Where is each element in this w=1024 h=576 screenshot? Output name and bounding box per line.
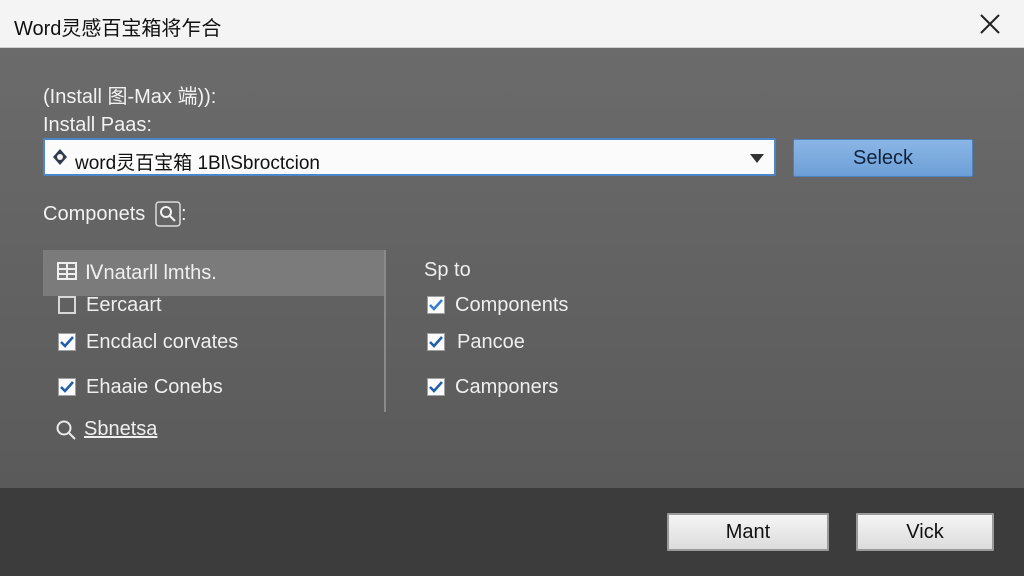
right-item-2-label: Camponers <box>455 376 559 398</box>
vick-button[interactable]: Vick <box>856 513 994 551</box>
left-item-2-checkbox[interactable] <box>58 378 76 396</box>
right-item-1-checkbox[interactable] <box>427 333 445 351</box>
left-item-0-checkbox[interactable] <box>58 296 76 314</box>
search-icon[interactable] <box>155 201 181 227</box>
dialog-footer: Mant Vick <box>0 488 1024 576</box>
install-heading: (Install 图-Max 端)): <box>43 86 217 108</box>
install-path-label: Install Paas: <box>43 114 152 136</box>
checkmark-icon <box>60 381 74 393</box>
location-icon <box>53 149 67 165</box>
components-list-header: Ⅳnatarll lmths. <box>43 250 384 296</box>
left-item-2-label: Ehaaie Conebs <box>86 376 223 398</box>
right-item-2-checkbox[interactable] <box>427 378 445 396</box>
right-list-header: Sp to <box>424 259 471 281</box>
install-path-combobox[interactable]: word灵百宝箱 1Bl\Sbroctcion <box>43 138 776 176</box>
select-button[interactable]: Seleck <box>793 139 973 177</box>
left-item-0-label: Eercaart <box>86 294 162 316</box>
close-button[interactable] <box>974 8 1006 40</box>
components-label-suffix: : <box>181 203 187 225</box>
search-icon <box>56 420 76 440</box>
window-title: Word灵感百宝箱将乍合 <box>14 18 222 40</box>
checkmark-icon <box>429 299 443 311</box>
close-icon <box>980 14 1000 34</box>
grid-icon <box>57 262 77 280</box>
install-path-value: word灵百宝箱 1Bl\Sbroctcion <box>75 153 320 174</box>
right-item-0-checkbox[interactable] <box>427 296 445 314</box>
left-item-1-checkbox[interactable] <box>58 333 76 351</box>
components-list-header-label: Ⅳnatarll lmths. <box>85 262 217 284</box>
checkmark-icon <box>60 336 74 348</box>
chevron-down-icon[interactable] <box>750 154 764 163</box>
search-link-label[interactable]: Sbnetsa <box>84 418 157 441</box>
checkmark-icon <box>429 336 443 348</box>
right-item-0-label: Components <box>455 294 569 316</box>
right-item-1-label: Pancoe <box>457 331 525 353</box>
title-bar: Word灵感百宝箱将乍合 <box>0 0 1024 48</box>
checkmark-icon <box>429 381 443 393</box>
left-item-1-label: Encdacl corvates <box>86 331 239 353</box>
components-label: Componets <box>43 203 146 225</box>
mant-button[interactable]: Mant <box>667 513 829 551</box>
